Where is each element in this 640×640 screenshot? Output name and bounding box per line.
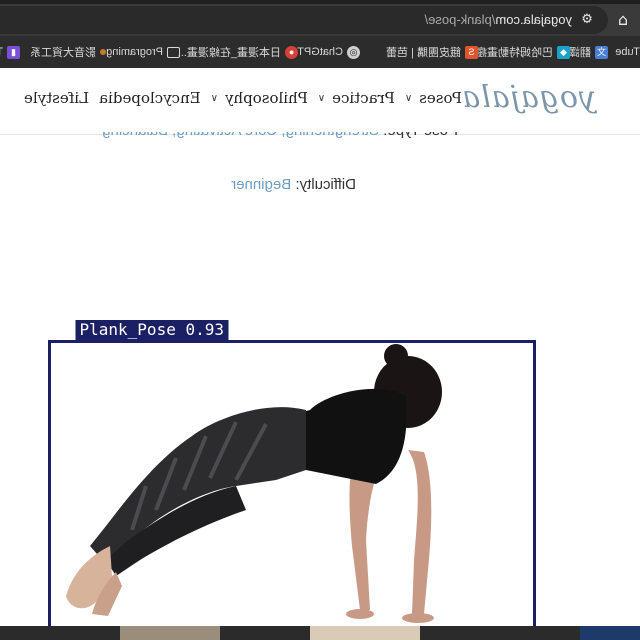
nav-lifestyle[interactable]: Lifestyle <box>24 89 89 107</box>
bookmark-label: Programing <box>106 46 163 58</box>
nav-encyclopedia[interactable]: Encyclopedia <box>99 89 201 107</box>
detection-label: Plank_Pose 0.93 <box>75 320 228 340</box>
nav-label: Philosophy <box>224 89 308 107</box>
bookmark-label: 日本漫畫_在線漫畫... <box>177 47 281 59</box>
bookmark-shop[interactable]: S 餓皮團購 | 芭蕾 <box>386 44 478 60</box>
difficulty-line: Difficulty: Beginner <box>231 176 356 193</box>
url-host: yogajala.com <box>495 12 572 27</box>
bookmark-programing[interactable]: Programing <box>106 44 180 60</box>
bookmark-youtube[interactable]: uTube <box>615 44 640 60</box>
bottom-thumbnails-strip <box>0 626 640 640</box>
home-icon[interactable]: ⌂ <box>612 9 634 31</box>
site-header: yogajala Poses ∨ Practice ∨ Philosophy ∨… <box>0 68 640 135</box>
folder-icon <box>167 46 180 58</box>
bookmark-chatgpt[interactable]: ◎ ChatGPT <box>297 44 360 60</box>
url-text: yogajala.com/plank-pose/ <box>425 11 572 29</box>
bahamut-icon: ◆ <box>557 45 570 59</box>
bookmark-label: T <box>0 46 3 58</box>
chatgpt-icon: ◎ <box>347 45 360 59</box>
url-path: /plank-pose/ <box>424 12 496 27</box>
bookmark-bahamut[interactable]: ◆ 巴哈姆特動畫瘋 <box>476 44 570 60</box>
nav-philosophy[interactable]: Philosophy ∨ <box>211 89 308 107</box>
nav-label: Poses <box>419 89 462 107</box>
difficulty-label: Difficulty: <box>295 176 356 193</box>
chevron-down-icon[interactable]: ∨ <box>211 93 218 104</box>
main-nav: Poses ∨ Practice ∨ Philosophy ∨ Encyclop… <box>24 89 462 107</box>
nav-label: Practice <box>332 89 395 107</box>
chevron-down-icon[interactable]: ∨ <box>405 93 412 104</box>
bookmark-label: ChatGPT <box>297 46 343 58</box>
nav-practice[interactable]: Practice ∨ <box>318 89 395 107</box>
thumbnail[interactable] <box>310 626 420 640</box>
site-logo[interactable]: yogajala <box>461 80 596 115</box>
bookmark-icon <box>100 49 106 55</box>
bookmark-translate[interactable]: 文 翻譯 <box>569 44 608 60</box>
translate-icon: 文 <box>595 45 608 59</box>
nav-poses[interactable]: Poses ∨ <box>405 89 462 107</box>
browser-toolbar: ⌂ ⚙ yogajala.com/plank-pose/ <box>0 4 640 36</box>
bookmark-label: 巴哈姆特動畫瘋 <box>476 47 553 59</box>
bookmark-label: uTube <box>615 46 640 58</box>
detection-box <box>48 340 536 634</box>
thumbnail[interactable] <box>580 626 640 640</box>
bookmarks-bar: uTube 文 翻譯 ◆ 巴哈姆特動畫瘋 S 餓皮團購 | 芭蕾 ◎ ChatG… <box>0 36 640 68</box>
shop-icon: S <box>465 45 478 59</box>
bookmark-label: 翻譯 <box>569 47 591 59</box>
bookmark-label: 影音大資工系 <box>30 47 96 59</box>
bookmark-manga[interactable]: ● 日本漫畫_在線漫畫... <box>178 44 298 60</box>
bookmark-label: 餓皮團購 | 芭蕾 <box>386 47 461 59</box>
mirrored-viewport: ⌂ ⚙ yogajala.com/plank-pose/ uTube 文 翻譯 … <box>0 0 640 640</box>
address-bar[interactable]: ⚙ yogajala.com/plank-pose/ <box>0 6 608 34</box>
site-info-icon[interactable]: ⚙ <box>578 11 596 29</box>
bookmark-extra[interactable]: 影音大資工系 <box>30 44 106 60</box>
difficulty-link[interactable]: Beginner <box>231 176 291 193</box>
thumbnail[interactable] <box>120 626 220 640</box>
nav-label: Encyclopedia <box>99 89 201 107</box>
chevron-down-icon[interactable]: ∨ <box>318 93 325 104</box>
manga-icon: ● <box>285 45 298 59</box>
bookmark-purple[interactable]: ▮ T <box>0 44 20 60</box>
purple-icon: ▮ <box>7 45 20 59</box>
nav-label: Lifestyle <box>24 89 90 107</box>
